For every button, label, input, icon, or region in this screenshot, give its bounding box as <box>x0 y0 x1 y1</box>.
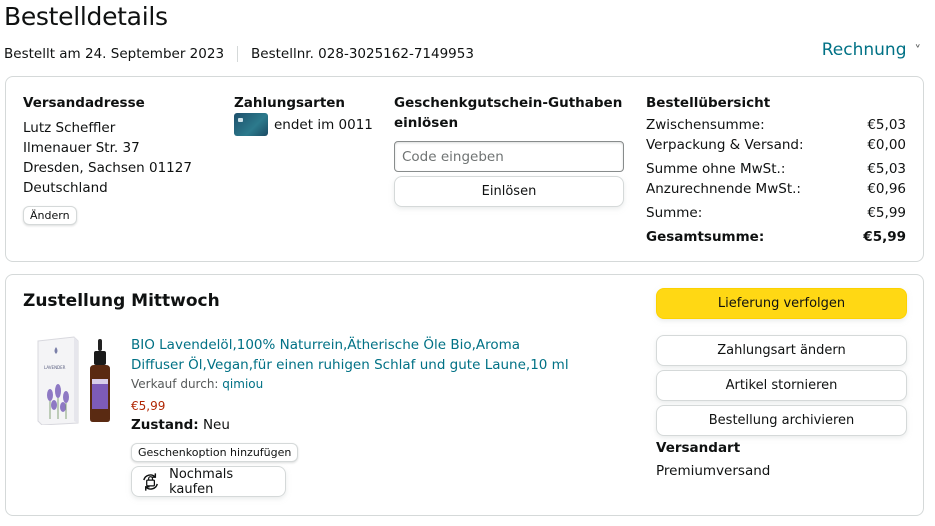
sold-by-label: Verkauf durch: <box>131 377 223 391</box>
redeem-button[interactable]: Einlösen <box>394 176 624 207</box>
order-actions: Lieferung verfolgen Zahlungsart ändern A… <box>656 288 907 479</box>
product-price: €5,99 <box>131 399 166 413</box>
order-meta: Bestellt am 24. September 2023 Bestellnr… <box>4 46 474 62</box>
summary-value: €5,03 <box>867 161 906 177</box>
change-payment-button[interactable]: Zahlungsart ändern <box>656 335 907 366</box>
invoice-label: Rechnung <box>821 40 907 60</box>
shipping-method-heading: Versandart <box>656 440 741 456</box>
order-number: Bestellnr. 028-3025162-7149953 <box>251 46 474 62</box>
shipping-method-value: Premiumversand <box>656 463 771 479</box>
summary-row-net: Summe ohne MwSt.: €5,03 <box>646 159 906 179</box>
summary-label: Verpackung & Versand: <box>646 137 804 153</box>
summary-row-subtotal: Zwischensumme: €5,03 <box>646 115 906 135</box>
address-line: Dresden, Sachsen 01127 <box>23 160 192 176</box>
payment-heading: Zahlungsarten <box>234 95 346 111</box>
seller-link[interactable]: qimiou <box>222 377 263 391</box>
shipping-address-heading: Versandadresse <box>23 95 145 111</box>
order-summary-section: Bestellübersicht Zwischensumme: €5,03 Ve… <box>646 93 906 247</box>
meta-divider <box>237 46 239 62</box>
card-ending: endet im 0011 <box>274 116 373 133</box>
buy-again-label: Nochmals kaufen <box>169 466 234 497</box>
summary-label: Anzurechnende MwSt.: <box>646 181 801 197</box>
summary-label: Summe: <box>646 205 703 221</box>
shipping-address-section: Versandadresse Lutz Scheffler Ilmenauer … <box>23 93 192 225</box>
condition-label: Zustand: <box>131 417 199 433</box>
seller-info: Verkauf durch: qimiou <box>131 377 263 391</box>
cancel-item-button[interactable]: Artikel stornieren <box>656 370 907 401</box>
payment-method: endet im 0011 <box>234 113 373 136</box>
address-line: Deutschland <box>23 180 108 196</box>
product-condition: Zustand: Neu <box>131 417 230 433</box>
gift-option-wrapper: Geschenkoption hinzufügen <box>131 441 299 462</box>
change-address-button[interactable]: Ändern <box>23 206 77 225</box>
page-title: Bestelldetails <box>4 2 168 31</box>
summary-row-vat: Anzurechnende MwSt.: €0,96 <box>646 179 906 199</box>
chevron-down-icon: ˅ <box>914 43 922 59</box>
order-date: Bestellt am 24. September 2023 <box>4 46 225 62</box>
order-summary-heading: Bestellübersicht <box>646 95 771 111</box>
track-package-button[interactable]: Lieferung verfolgen <box>656 288 907 319</box>
archive-order-button[interactable]: Bestellung archivieren <box>656 405 907 436</box>
summary-row-total: Gesamtsumme: €5,99 <box>646 227 906 247</box>
delivery-card: Zustellung Mittwoch LAVENDER BIO Lavende… <box>5 274 924 516</box>
summary-row-shipping: Verpackung & Versand: €0,00 <box>646 135 906 155</box>
product-box-label: LAVENDER <box>44 365 66 370</box>
summary-value: €5,03 <box>867 117 906 133</box>
payment-section: Zahlungsarten endet im 0011 <box>234 93 373 136</box>
summary-label: Summe ohne MwSt.: <box>646 161 786 177</box>
buy-again-button[interactable]: Nochmals kaufen <box>131 466 286 497</box>
product-image[interactable]: LAVENDER <box>36 335 118 425</box>
summary-value: €0,96 <box>867 181 906 197</box>
summary-value: €5,99 <box>863 229 906 245</box>
gift-option-button[interactable]: Geschenkoption hinzufügen <box>131 443 299 462</box>
summary-row-sum: Summe: €5,99 <box>646 203 906 223</box>
product-title-link[interactable]: BIO Lavendelöl,100% Naturrein,Ätherische… <box>131 335 571 375</box>
buy-again-icon <box>143 472 158 491</box>
summary-value: €5,99 <box>867 205 906 221</box>
condition-value: Neu <box>198 417 230 433</box>
giftcard-heading: Geschenkgutschein-Guthaben einlösen <box>394 95 623 131</box>
address-line: Ilmenauer Str. 37 <box>23 140 140 156</box>
address-line: Lutz Scheffler <box>23 120 116 136</box>
giftcard-section: Geschenkgutschein-Guthaben einlösen Einl… <box>394 93 634 207</box>
delivery-heading: Zustellung Mittwoch <box>23 291 220 311</box>
invoice-dropdown[interactable]: Rechnung ˅ <box>822 40 921 60</box>
summary-label: Gesamtsumme: <box>646 229 765 245</box>
giftcard-code-input[interactable] <box>394 141 624 172</box>
summary-value: €0,00 <box>867 137 906 153</box>
order-info-card: Versandadresse Lutz Scheffler Ilmenauer … <box>5 76 924 262</box>
credit-card-icon <box>234 113 268 136</box>
summary-label: Zwischensumme: <box>646 117 765 133</box>
